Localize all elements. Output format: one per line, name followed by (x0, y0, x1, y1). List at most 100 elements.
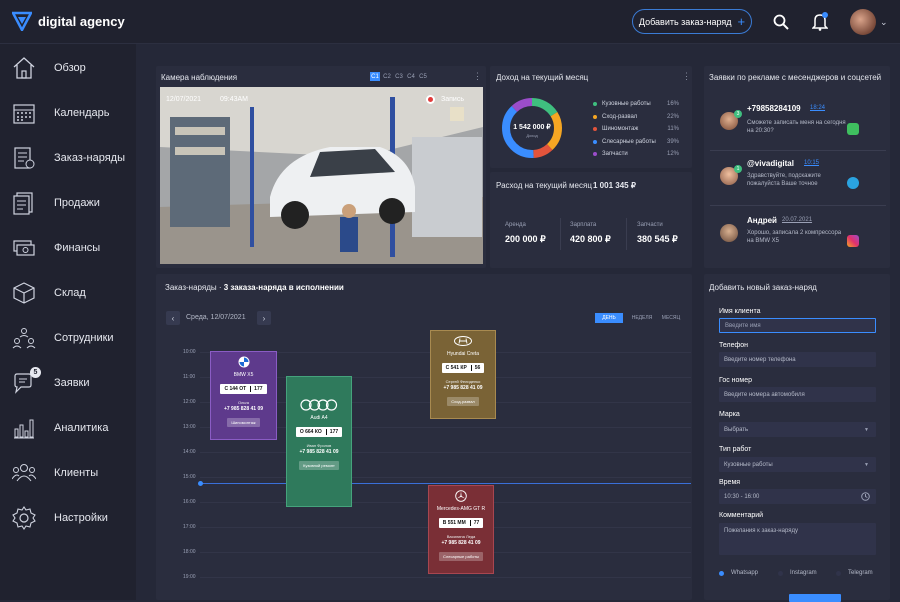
order-phone: +7 985 828 41 09 (443, 385, 483, 391)
order-phone: +7 985 828 41 09 (299, 449, 339, 455)
prev-day-button[interactable]: ‹ (166, 311, 180, 325)
brand-name[interactable]: digital agency (38, 14, 125, 29)
order-model: Mercedes-AMG GT R (436, 506, 486, 512)
add-order-button[interactable]: Добавить заказ-наряд + (632, 9, 752, 34)
plate-region: 77 (469, 520, 479, 526)
hour-label: 10:00 (183, 349, 196, 355)
chevron-down-icon[interactable]: ⌄ (880, 17, 888, 28)
brand-select-value: Выбрать (724, 426, 749, 433)
message-time[interactable]: 18:24 (810, 105, 825, 111)
income-total-label: Доход (526, 133, 538, 138)
phone-input[interactable]: Введите номер телефона (719, 352, 876, 367)
audi-logo-icon (300, 399, 338, 411)
record-icon[interactable] (426, 95, 435, 104)
camera-feed[interactable] (160, 87, 483, 264)
message-time[interactable]: 20.07.2021 (782, 217, 812, 223)
time-input[interactable]: 10:30 - 16:00 (719, 489, 876, 504)
sidebar-item-settings[interactable]: Настройки (0, 498, 136, 538)
sidebar-item-sales[interactable]: Продажи (0, 183, 136, 223)
plus-icon: + (737, 14, 746, 29)
message-item[interactable]: 1 @vivadigital 10:15 Здравствуйте, подск… (712, 155, 884, 201)
order-card-audi[interactable]: Audi A4 О 664 КО 177 Иван Фролов +7 985 8… (286, 376, 352, 507)
legend-item: Сход-развал 22% (593, 114, 679, 120)
comment-textarea[interactable]: Пожелания к заказ-наряду (719, 523, 876, 555)
camera-tab[interactable]: C3 (394, 72, 404, 81)
logo-icon[interactable] (12, 11, 32, 31)
sidebar-item-analytics[interactable]: Аналитика (0, 408, 136, 448)
expense-label: Зарплата (570, 222, 597, 228)
order-model: Audi A4 (310, 415, 328, 421)
divider (560, 218, 561, 250)
work-type-select[interactable]: Кузовные работы ▼ (719, 457, 876, 472)
camera-tab[interactable]: C1 (370, 72, 380, 81)
camera-date: 12/07/2021 (166, 96, 202, 103)
order-client: Василина Леда (446, 534, 476, 539)
chevron-down-icon: ▼ (864, 426, 869, 433)
channel-telegram-radio[interactable]: Telegram (836, 570, 873, 576)
camera-menu-icon[interactable]: ⋮ (473, 71, 482, 82)
schedule-title: Заказ-наряды (165, 283, 217, 292)
current-time-marker (198, 481, 203, 486)
message-item[interactable]: 3 +79858284109 18:24 Сможете записать ме… (712, 100, 884, 146)
user-avatar[interactable] (850, 9, 876, 35)
camera-title: Камера наблюдения (161, 73, 238, 82)
whatsapp-icon[interactable] (847, 123, 859, 135)
search-icon[interactable] (773, 14, 789, 30)
instagram-icon[interactable] (847, 235, 859, 247)
order-model: Hyundai Creta (447, 351, 479, 357)
legend-swatch (593, 102, 597, 106)
camera-tab[interactable]: C2 (382, 72, 392, 81)
order-card-bmw[interactable]: BMW X5 С 144 ОТ 177 Ольга +7 985 828 41 0… (210, 351, 277, 440)
schedule-date: Среда, 12/07/2021 (186, 314, 246, 321)
sidebar-item-requests[interactable]: 5 Заявки (0, 363, 136, 403)
client-name-input[interactable]: Введите имя (719, 318, 876, 333)
hour-label: 16:00 (183, 499, 196, 505)
legend-label: Запчасти (602, 151, 628, 157)
sidebar-item-label: Аналитика (54, 422, 109, 434)
divider (710, 150, 886, 151)
order-service-badge: Кузовной ремонт (299, 461, 339, 470)
expense-label: Аренда (505, 222, 526, 228)
sidebar-item-finance[interactable]: Финансы (0, 228, 136, 268)
sidebar-item-label: Склад (54, 287, 86, 299)
order-service-badge: Сход-развал (447, 397, 479, 406)
sidebar-item-label: Настройки (54, 512, 108, 524)
camera-tab[interactable]: C5 (418, 72, 428, 81)
order-card-hyundai[interactable]: Hyundai Creta С 541 КР 56 Сергей Фелиденк… (430, 330, 496, 419)
next-day-button[interactable]: › (257, 311, 271, 325)
hour-gridline (200, 577, 691, 578)
telegram-icon[interactable] (847, 177, 859, 189)
order-card-mercedes[interactable]: Mercedes-AMG GT R В 551 ММ 77 Василина Ле… (428, 485, 494, 574)
camera-tab[interactable]: C4 (406, 72, 416, 81)
sidebar-item-label: Заявки (54, 377, 90, 389)
brand-select[interactable]: Выбрать ▼ (719, 422, 876, 437)
plate-label: Гос номер (719, 377, 753, 384)
home-icon (13, 57, 35, 79)
message-item[interactable]: Андрей 20.07.2021 Хорошо, записала 2 ком… (712, 212, 884, 258)
sidebar-item-clients[interactable]: Клиенты (0, 453, 136, 493)
sidebar-item-calendar[interactable]: Календарь (0, 93, 136, 133)
sidebar-item-orders[interactable]: Заказ-наряды (0, 138, 136, 178)
sidebar-item-employees[interactable]: Сотрудники (0, 318, 136, 358)
legend-value: 16% (666, 101, 679, 107)
channel-instagram-radio[interactable]: Instagram (778, 570, 817, 576)
legend-value: 11% (667, 126, 679, 132)
work-type-label: Тип работ (719, 446, 752, 453)
plate-region: 177 (325, 429, 338, 435)
sidebar-item-overview[interactable]: Обзор (0, 48, 136, 88)
record-label[interactable]: Запись (441, 96, 464, 103)
plate-input[interactable]: Введите номера автомобиля (719, 387, 876, 402)
tab-week[interactable]: НЕДЕЛЯ (627, 313, 657, 323)
expense-total: 1 001 345 ₽ (593, 181, 636, 190)
legend-item: Кузовные работы 16% (593, 101, 679, 107)
sidebar-item-warehouse[interactable]: Склад (0, 273, 136, 313)
tab-day[interactable]: ДЕНЬ (595, 313, 623, 323)
messages-title: Заявки по рекламе с месенджеров и соцсет… (709, 73, 882, 82)
channel-whatsapp-radio[interactable]: Whatsapp (719, 570, 758, 576)
income-menu-icon[interactable]: ⋮ (682, 71, 691, 82)
expense-value: 380 545 ₽ (637, 234, 678, 244)
submit-button[interactable] (789, 594, 841, 602)
tab-month[interactable]: МЕСЯЦ (658, 313, 684, 323)
message-time[interactable]: 10:15 (804, 160, 819, 166)
unread-count-badge: 1 (734, 165, 742, 173)
